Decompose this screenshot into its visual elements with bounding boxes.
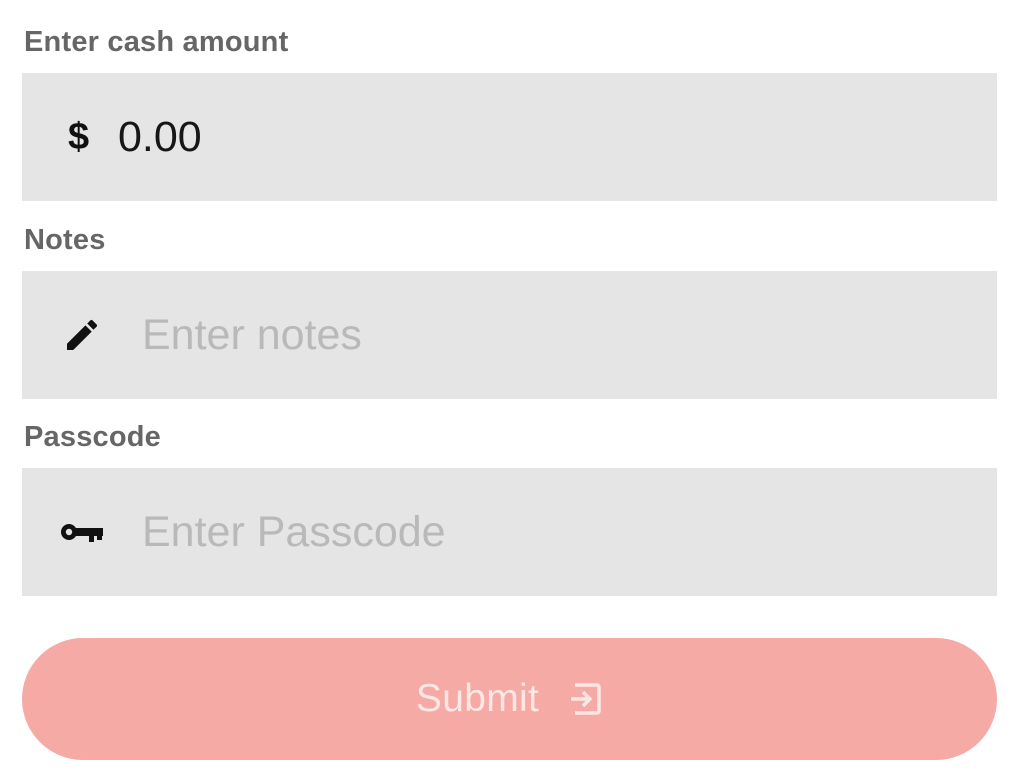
submit-button[interactable]: Submit	[22, 638, 997, 760]
notes-input[interactable]: Enter notes	[142, 311, 362, 360]
submit-label: Submit	[415, 677, 540, 720]
notes-field[interactable]: Enter notes	[22, 271, 997, 399]
passcode-label: Passcode	[24, 421, 162, 453]
cash-amount-field[interactable]: $ 0.00	[22, 73, 997, 201]
key-icon	[22, 519, 142, 545]
pencil-icon	[22, 315, 142, 355]
cash-amount-input[interactable]: 0.00	[118, 113, 202, 162]
passcode-field[interactable]: Enter Passcode	[22, 468, 997, 596]
cash-amount-label: Enter cash amount	[24, 26, 289, 58]
cash-entry-form: Enter cash amount $ 0.00 Notes Enter not…	[0, 0, 1024, 770]
notes-label: Notes	[24, 224, 106, 256]
passcode-input[interactable]: Enter Passcode	[142, 508, 446, 557]
sign-in-icon	[567, 681, 603, 717]
